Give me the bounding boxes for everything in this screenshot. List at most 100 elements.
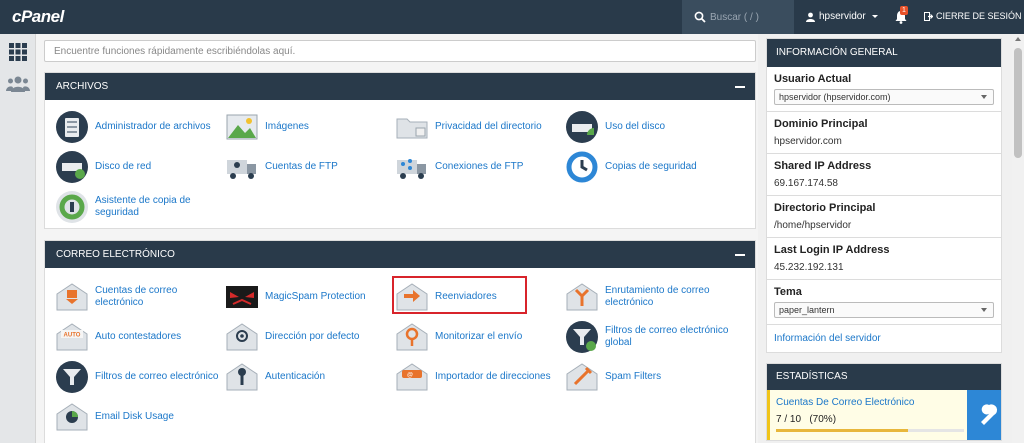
tool-email-accounts[interactable]: Cuentas de correo electrónico [55, 280, 213, 314]
tool-network-disk[interactable]: Disco de red [55, 150, 213, 184]
backup-icon [566, 151, 598, 183]
stat-progress-fill [776, 429, 908, 432]
general-info-panel: INFORMACIÓN GENERAL Usuario Actual hpser… [766, 38, 1002, 353]
tool-label: Disco de red [95, 161, 152, 172]
magicspam-icon [226, 286, 258, 308]
tool-backup[interactable]: Copias de seguridad [565, 150, 723, 184]
manage-button[interactable] [967, 390, 1001, 440]
email-panel-header[interactable]: CORREO ELECTRÓNICO [45, 241, 755, 268]
grid-icon[interactable] [8, 42, 28, 62]
tool-label: Cuentas de FTP [265, 161, 338, 172]
files-panel-header[interactable]: ARCHIVOS [45, 73, 755, 100]
tool-magicspam[interactable]: MagicSpam Protection [225, 280, 383, 314]
tool-label: Administrador de archivos [95, 121, 211, 132]
tool-authentication[interactable]: Autenticación [225, 360, 383, 394]
tool-backup-wizard[interactable]: Asistente de copia de seguridad [55, 190, 213, 224]
logout-icon [924, 11, 933, 21]
wrench-icon [981, 404, 998, 425]
server-info-link[interactable]: Información del servidor [767, 325, 1001, 352]
logout-button[interactable]: CIERRE DE SESIÓN [924, 11, 1022, 21]
main-content: ARCHIVOS Administrador de archivos Imáge… [36, 34, 758, 443]
email-panel: CORREO ELECTRÓNICO Cuentas de correo ele… [44, 240, 756, 443]
tool-label: Auto contestadores [95, 331, 182, 342]
tool-images[interactable]: Imágenes [225, 110, 383, 144]
tool-label: Importador de direcciones [435, 371, 551, 382]
tool-disk-usage[interactable]: Uso del disco [565, 110, 723, 144]
theme-select[interactable]: paper_lantern [774, 302, 994, 318]
tool-label: Imágenes [265, 121, 309, 132]
tool-label: Spam Filters [605, 371, 662, 382]
stat-progress-track [776, 429, 964, 432]
scrollbar-thumb[interactable] [1014, 48, 1022, 158]
tool-label: MagicSpam Protection [265, 291, 366, 302]
default-address-icon [226, 323, 258, 351]
email-accounts-icon [56, 283, 88, 311]
tool-label: Enrutamiento de correo electrónico [605, 285, 710, 308]
directory-privacy-icon [396, 118, 428, 139]
tool-autoresponders[interactable]: AUTO Auto contestadores [55, 320, 213, 354]
right-sidebar: INFORMACIÓN GENERAL Usuario Actual hpser… [766, 38, 1002, 441]
tool-email-routing[interactable]: Enrutamiento de correo electrónico [565, 280, 735, 314]
email-accounts-stat[interactable]: Cuentas De Correo Electrónico 7 / 10 (70… [767, 390, 1001, 440]
email-routing-icon [566, 283, 598, 311]
current-user-value: hpservidor (hpservidor.com) [779, 92, 891, 102]
authentication-icon [226, 363, 258, 391]
stat-value: 7 / 10 (70%) [776, 414, 837, 425]
shared-ip-label: Shared IP Address [774, 160, 872, 172]
tool-address-importer[interactable]: @ Importador de direcciones [395, 360, 553, 394]
chevron-down-icon [981, 308, 987, 312]
tool-directory-privacy[interactable]: Privacidad del directorio [395, 110, 565, 144]
autoresponders-icon: AUTO [56, 323, 88, 351]
shared-ip-value: 69.167.174.58 [774, 178, 838, 189]
quick-search-input[interactable] [44, 40, 756, 62]
search-icon[interactable] [694, 11, 706, 23]
notification-badge: 1 [900, 6, 908, 15]
search-input[interactable] [710, 10, 786, 24]
last-login-block: Last Login IP Address 45.232.192.131 [767, 238, 1001, 280]
theme-value: paper_lantern [779, 305, 835, 315]
home-dir-value: /home/hpservidor [774, 220, 852, 231]
user-icon [806, 12, 815, 22]
current-user-select[interactable]: hpservidor (hpservidor.com) [774, 89, 994, 105]
general-info-title: INFORMACIÓN GENERAL [767, 39, 1001, 67]
current-user-label: Usuario Actual [774, 73, 852, 85]
global-search[interactable] [682, 0, 794, 34]
disk-usage-icon [566, 111, 598, 143]
cpanel-logo[interactable]: cPanel [12, 7, 64, 27]
tool-default-address[interactable]: Dirección por defecto [225, 320, 383, 354]
ftp-connections-icon [397, 159, 426, 179]
tool-email-filters[interactable]: Filtros de correo electrónico [55, 360, 225, 394]
tool-label: Cuentas de correo electrónico [95, 285, 178, 308]
tool-track-delivery[interactable]: Monitorizar el envío [395, 320, 553, 354]
tool-label: Filtros de correo electrónico global [605, 325, 729, 348]
tool-label: Privacidad del directorio [435, 121, 542, 132]
last-login-label: Last Login IP Address [774, 244, 890, 256]
global-filters-icon [566, 321, 598, 353]
tool-forwarders[interactable]: Reenviadores [395, 280, 553, 314]
theme-label: Tema [774, 286, 802, 298]
collapse-icon[interactable] [735, 86, 745, 88]
page-scrollbar[interactable] [1012, 34, 1024, 443]
address-importer-icon: @ [396, 363, 428, 391]
tool-label: Conexiones de FTP [435, 161, 524, 172]
statistics-panel: ESTADÍSTICAS Cuentas De Correo Electróni… [766, 363, 1002, 441]
file-manager-icon [56, 111, 88, 143]
tool-file-manager[interactable]: Administrador de archivos [55, 110, 213, 144]
tool-label: Filtros de correo electrónico [95, 371, 219, 382]
last-login-value: 45.232.192.131 [774, 262, 844, 273]
tool-email-disk-usage[interactable]: Email Disk Usage [55, 400, 213, 434]
tool-global-filters[interactable]: Filtros de correo electrónico global [565, 320, 735, 354]
chevron-down-icon [871, 14, 878, 18]
home-dir-label: Directorio Principal [774, 202, 876, 214]
tool-ftp-accounts[interactable]: Cuentas de FTP [225, 150, 383, 184]
email-filters-icon [56, 361, 88, 393]
collapse-icon[interactable] [735, 254, 745, 256]
users-icon[interactable] [6, 74, 30, 94]
tool-ftp-connections[interactable]: Conexiones de FTP [395, 150, 553, 184]
scroll-up-icon[interactable] [1015, 37, 1021, 41]
svg-text:@: @ [407, 373, 413, 379]
tool-spam-filters[interactable]: Spam Filters [565, 360, 723, 394]
email-panel-title: CORREO ELECTRÓNICO [56, 249, 175, 260]
user-menu[interactable]: hpservidor [806, 11, 880, 22]
tool-label: Dirección por defecto [265, 331, 360, 342]
